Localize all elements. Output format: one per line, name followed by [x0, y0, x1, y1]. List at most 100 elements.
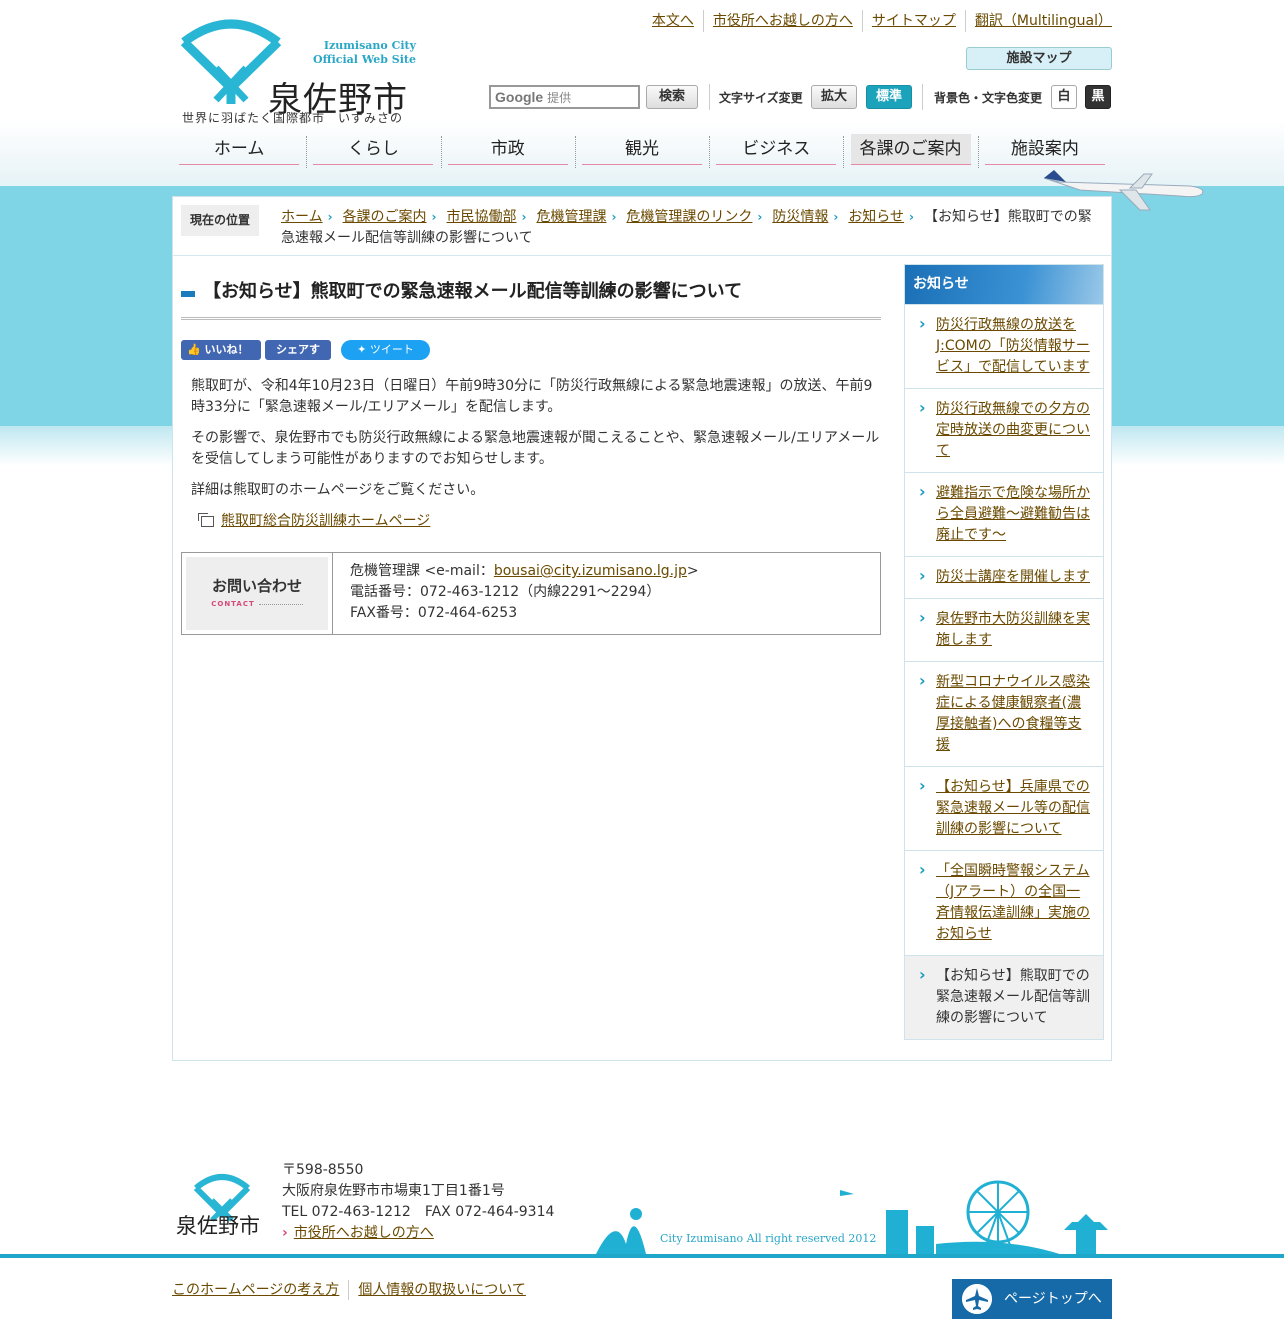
- facility-map-button[interactable]: 施設マップ: [966, 47, 1112, 70]
- sidebar-link[interactable]: 防災行政無線での夕方の定時放送の曲変更について: [936, 401, 1090, 459]
- logo-english-text: Izumisano City Official Web Site: [310, 39, 416, 67]
- external-window-icon: [198, 513, 214, 527]
- logo-en-line1: Izumisano City: [323, 39, 416, 52]
- airplane-icon: [962, 1284, 992, 1314]
- sidebar-link[interactable]: 新型コロナウイルス感染症による健康観察者(濃厚接触者)への食糧等支援: [936, 674, 1090, 753]
- visitor-guide-link[interactable]: 市役所へお越しの方へ: [702, 10, 862, 32]
- contact-dept-line: 危機管理課 <e-mail：bousai@city.izumisano.lg.j…: [350, 561, 699, 582]
- facebook-share-button[interactable]: シェアする: [265, 340, 331, 376]
- breadcrumb: 現在の位置 ホーム › 各課のご案内 › 市民協働部 › 危機管理課 › 危機管理課のリンク › 防…: [181, 205, 1103, 255]
- breadcrumb-crisis-section[interactable]: 危機管理課: [536, 209, 606, 225]
- footer-tel-fax: TEL 072-463-1212 FAX 072-464-9314: [282, 1204, 555, 1220]
- global-nav: ホーム くらし 市政 観光 ビジネス 各課のご案内 施設案内: [172, 134, 1112, 172]
- contact-dotted-arrow-icon: [258, 603, 303, 605]
- nav-tourism-label: 観光: [581, 134, 702, 165]
- sidebar-link[interactable]: 泉佐野市大防災訓練を実施します: [936, 611, 1090, 648]
- nav-home-label: ホーム: [179, 134, 300, 165]
- page-top-button[interactable]: ページトップへ: [952, 1279, 1112, 1319]
- tweet-button[interactable]: ✦ ツイート: [341, 340, 430, 360]
- footer-copyright: City Izumisano All right reserved 2012: [660, 1232, 877, 1245]
- font-size-large-button[interactable]: 拡大: [811, 85, 857, 109]
- search-button[interactable]: 検索: [646, 85, 698, 109]
- site-footer: 泉佐野市 〒598-8550 大阪府泉佐野市市場東1丁目1番1号 TEL 072…: [0, 1150, 1284, 1339]
- nav-departments[interactable]: 各課のご案内: [843, 134, 977, 172]
- translate-link[interactable]: 翻訳（Multilingual）: [964, 10, 1112, 32]
- nav-living-label: くらし: [313, 134, 434, 165]
- sidebar-item: 泉佐野市大防災訓練を実施します: [905, 598, 1103, 661]
- sidebar-item-current: 【お知らせ】熊取町での緊急速報メール配信等訓練の影響について: [905, 955, 1103, 1039]
- sidebar-link[interactable]: 【お知らせ】兵庫県での緊急速報メール等の配信訓練の影響について: [936, 779, 1090, 837]
- sidebar-link[interactable]: 避難指示で危険な場所から全員避難～避難勧告は廃止です～: [936, 485, 1090, 543]
- contact-fax: FAX番号：072-464-6253: [350, 605, 518, 621]
- logo-en-line2: Official Web Site: [313, 53, 416, 66]
- sidebar-item: 防災士講座を開催します: [905, 556, 1103, 598]
- footer-visit-link[interactable]: 市役所へお越しの方へ: [294, 1225, 434, 1241]
- facebook-like-button[interactable]: 👍 いいね！: [181, 340, 261, 360]
- contact-info: 危機管理課 <e-mail：bousai@city.izumisano.lg.j…: [350, 561, 699, 624]
- nav-facilities[interactable]: 施設案内: [977, 134, 1112, 172]
- search-input[interactable]: Google 提供: [489, 85, 640, 109]
- kumatori-drill-link[interactable]: 熊取町総合防災訓練ホームページ: [221, 511, 430, 532]
- breadcrumb-list: ホーム › 各課のご案内 › 市民協働部 › 危機管理課 › 危機管理課のリンク › 防災情報 › お知…: [281, 207, 1099, 249]
- breadcrumb-disaster-info[interactable]: 防災情報: [772, 209, 828, 225]
- like-label: いいね！: [204, 343, 249, 356]
- sitemap-link[interactable]: サイトマップ: [861, 10, 965, 32]
- contact-dept-close: >: [686, 563, 699, 579]
- nav-living[interactable]: くらし: [306, 134, 440, 172]
- article-body: 熊取町が、令和4年10月23日（日曜日）午前9時30分に「防災行政無線による緊急…: [181, 376, 881, 501]
- footer-visit-row: › 市役所へお越しの方へ: [282, 1223, 554, 1244]
- color-white-button[interactable]: 白: [1051, 85, 1077, 109]
- sidebar-link[interactable]: 防災士講座を開催します: [936, 569, 1090, 585]
- contact-dept: 危機管理課 <e-mail：: [350, 563, 494, 579]
- utility-links: 本文へ 市役所へお越しの方へ サイトマップ 翻訳（Multilingual）: [643, 10, 1112, 32]
- sidebar-item: 【お知らせ】兵庫県での緊急速報メール等の配信訓練の影響について: [905, 766, 1103, 850]
- sidebar-heading: お知らせ: [905, 265, 1103, 304]
- nav-business[interactable]: ビジネス: [709, 134, 843, 172]
- sidebar-link[interactable]: 「全国瞬時警報システム（Jアラート）の全国一斉情報伝達訓練」実施のお知らせ: [936, 863, 1090, 942]
- chevron-right-icon: ›: [282, 1225, 288, 1241]
- nav-home[interactable]: ホーム: [172, 134, 306, 172]
- sidebar-link[interactable]: 防災行政無線の放送をJ:COMの「防災情報サービス」で配信しています: [936, 317, 1090, 375]
- breadcrumb-chevron-icon: ›: [327, 210, 333, 224]
- tools-divider: [922, 84, 923, 110]
- page-top-label: ページトップへ: [1004, 1291, 1102, 1307]
- footer-divider: [0, 1254, 1284, 1258]
- sidebar-item: 新型コロナウイルス感染症による健康観察者(濃厚接触者)への食糧等支援: [905, 661, 1103, 766]
- breadcrumb-crisis-links[interactable]: 危機管理課のリンク: [626, 209, 752, 225]
- sidebar-item: 防災行政無線での夕方の定時放送の曲変更について: [905, 388, 1103, 472]
- page-title: 【お知らせ】熊取町での緊急速報メール配信等訓練の影響について: [181, 265, 881, 320]
- google-brand-text: Google: [495, 89, 544, 105]
- skip-to-content-link[interactable]: 本文へ: [643, 10, 703, 32]
- nav-business-label: ビジネス: [716, 134, 837, 165]
- footer-policy-link[interactable]: このホームページの考え方: [172, 1280, 348, 1300]
- contact-email-link[interactable]: bousai@city.izumisano.lg.jp: [494, 563, 687, 579]
- sidebar-item: 防災行政無線の放送をJ:COMの「防災情報サービス」で配信しています: [905, 304, 1103, 388]
- breadcrumb-notices[interactable]: お知らせ: [848, 209, 904, 225]
- tools-divider: [709, 84, 710, 110]
- breadcrumb-label: 現在の位置: [181, 205, 259, 236]
- article-paragraph: その影響で、泉佐野市でも防災行政無線による緊急地震速報が聞こえることや、緊急速報…: [191, 430, 880, 467]
- breadcrumb-chevron-icon: ›: [909, 210, 914, 224]
- article: 【お知らせ】熊取町での緊急速報メール配信等訓練の影響について 👍 いいね！ シェ…: [181, 265, 881, 635]
- nav-city-admin[interactable]: 市政: [440, 134, 575, 172]
- nav-facilities-label: 施設案内: [984, 134, 1105, 165]
- thumbs-up-icon: 👍: [187, 343, 201, 356]
- color-black-button[interactable]: 黒: [1085, 85, 1111, 109]
- breadcrumb-civic-division[interactable]: 市民協働部: [447, 209, 517, 225]
- header-tools: Google 提供 検索 文字サイズ変更 拡大 標準 背景色・文字色変更 白 黒: [489, 84, 1112, 110]
- contact-label: お問い合わせ CONTACT: [186, 557, 328, 630]
- sidebar-notices: お知らせ 防災行政無線の放送をJ:COMの「防災情報サービス」で配信しています …: [904, 264, 1104, 1040]
- main-panel: 現在の位置 ホーム › 各課のご案内 › 市民協働部 › 危機管理課 › 危機管理課のリンク › 防…: [172, 196, 1112, 1061]
- breadcrumb-home[interactable]: ホーム: [281, 209, 323, 225]
- breadcrumb-departments[interactable]: 各課のご案内: [343, 209, 427, 225]
- nav-tourism[interactable]: 観光: [574, 134, 709, 172]
- footer-privacy-link[interactable]: 個人情報の取扱いについて: [348, 1280, 535, 1300]
- font-size-label: 文字サイズ変更: [719, 91, 803, 105]
- color-change-label: 背景色・文字色変更: [934, 91, 1043, 105]
- font-size-standard-button[interactable]: 標準: [866, 85, 912, 109]
- tweet-label: ツイート: [369, 343, 414, 356]
- sidebar-item: 「全国瞬時警報システム（Jアラート）の全国一斉情報伝達訓練」実施のお知らせ: [905, 850, 1103, 955]
- footer-links: このホームページの考え方 個人情報の取扱いについて: [172, 1280, 535, 1300]
- footer-address: 〒598-8550 大阪府泉佐野市市場東1丁目1番1号 TEL 072-463-…: [282, 1160, 554, 1244]
- breadcrumb-chevron-icon: ›: [431, 210, 437, 224]
